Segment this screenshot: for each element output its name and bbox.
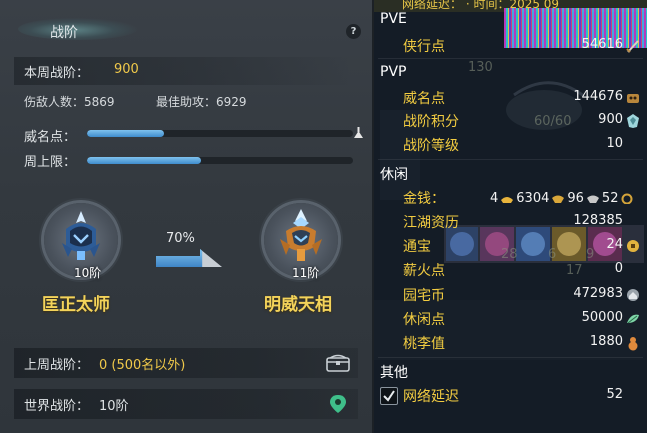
currency-label: 园宅币 <box>403 288 445 304</box>
currency-label: 休闲点 <box>403 312 445 328</box>
money-iron-value: 52 <box>601 191 619 206</box>
currency-row: 战阶等级 10 <box>374 133 647 155</box>
world-rank-row: 世界战阶： 10阶 <box>14 389 358 419</box>
crown-helmet-icon <box>280 209 322 261</box>
copper-ingot-icon <box>586 195 599 203</box>
best-assist: 最佳助攻：6929 <box>156 95 247 109</box>
currency-value: 144676 <box>573 89 623 104</box>
weekly-cap-label: 周上限： <box>24 155 77 170</box>
currency-label: 桃李值 <box>403 336 445 352</box>
cap-marker-icon <box>354 127 363 138</box>
location-pin-icon[interactable] <box>326 394 350 414</box>
currency-row: 通宝 24 <box>374 234 647 256</box>
currency-value: 900 <box>598 112 623 127</box>
help-icon[interactable]: ? <box>346 24 361 39</box>
currency-row: 江湖资历 128385 <box>374 210 647 232</box>
section-divider <box>378 58 643 59</box>
currency-row: 桃李值 1880 <box>374 331 647 353</box>
panel-title: 战阶 <box>50 25 78 41</box>
mask-icon <box>627 94 639 103</box>
money-values: 4 6304 96 52 <box>490 188 636 207</box>
currency-row: 园宅币 472983 <box>374 283 647 305</box>
currency-row: 网络延迟 52 <box>374 384 647 406</box>
helmet-icon <box>62 211 100 260</box>
currency-label: 网络延迟 <box>403 389 459 405</box>
weekly-rank-value: 900 <box>114 62 139 77</box>
currency-label: 通宝 <box>403 239 431 255</box>
defeated-count: 伤敌人数：5869 <box>24 95 115 109</box>
weekly-rank-row: 本周战阶： 900 <box>14 57 352 85</box>
currency-label: 战阶积分 <box>403 114 459 130</box>
pvp-section-title: PVP <box>380 64 407 80</box>
section-divider <box>378 159 643 160</box>
next-rank-level: 11阶 <box>292 266 320 280</box>
rank-panel: 战阶 ? 本周战阶： 900 伤敌人数：5869 最佳助攻：6929 威名点： … <box>0 0 374 433</box>
currency-label: 侠行点 <box>403 39 445 55</box>
currency-label: 战阶等级 <box>403 138 459 154</box>
background-number: 130 <box>468 60 493 75</box>
money-gold-value: 4 <box>490 191 499 206</box>
currency-value: 24 <box>606 237 623 252</box>
currency-value: 128385 <box>573 213 623 228</box>
currency-value: 472983 <box>573 286 623 301</box>
weekly-cap-bar-fill <box>87 157 202 164</box>
currency-value: 0 <box>614 261 623 276</box>
world-rank-label: 世界战阶： <box>24 399 90 414</box>
currency-row: 战阶积分 900 <box>374 109 647 131</box>
header-swoosh <box>18 18 138 40</box>
currency-row: 休闲点 50000 <box>374 307 647 329</box>
currency-row: 威名点 144676 <box>374 86 647 108</box>
currency-label: 威名点 <box>403 91 445 107</box>
money-row: 金钱： 4 6304 96 52 <box>374 186 647 208</box>
last-week-rank-row: 上周战阶： 0 (500名以外) <box>14 348 358 378</box>
gold-ingot-icon <box>501 197 514 203</box>
currency-value: 52 <box>606 387 623 402</box>
current-rank-name: 匡正太师 <box>42 295 110 315</box>
sword-icon <box>626 40 639 53</box>
crest-icon <box>627 114 639 128</box>
currency-row: 侠行点 54616 <box>374 34 647 56</box>
money-label: 金钱： <box>403 191 445 207</box>
currency-value: 50000 <box>581 310 623 325</box>
weekly-cap-bar <box>87 157 353 164</box>
last-week-rank-label: 上周战阶： <box>24 358 90 373</box>
rank-progress-fill <box>156 249 203 267</box>
chest-icon[interactable] <box>326 353 350 373</box>
currency-row: 薪火点 0 <box>374 258 647 280</box>
money-copper-value: 96 <box>567 191 584 206</box>
last-week-rank-value: 0 (500名以外) <box>99 358 186 373</box>
pve-section-title: PVE <box>380 11 407 27</box>
currency-value: 10 <box>606 136 623 151</box>
iron-coin-icon <box>621 193 633 204</box>
rank-progress-arrow <box>156 249 222 267</box>
prestige-bar-fill <box>87 130 165 137</box>
gourd-icon <box>628 337 638 351</box>
currency-panel: 网络延迟： · 时间：2025 09 PVE 侠行点 54616 PVP 130… <box>374 0 647 433</box>
house-coin-icon <box>627 289 639 301</box>
currency-label: 江湖资历 <box>403 215 459 231</box>
prestige-bar <box>87 130 353 137</box>
section-divider <box>378 357 643 358</box>
prestige-label: 威名点： <box>24 130 77 145</box>
money-silver-value: 6304 <box>516 191 550 206</box>
currency-value: 1880 <box>589 334 623 349</box>
currency-label: 薪火点 <box>403 263 445 279</box>
current-rank-level: 10阶 <box>74 266 102 280</box>
coin-icon <box>627 240 639 252</box>
other-section-title: 其他 <box>380 365 408 381</box>
rank-progress-percent: 70% <box>166 231 195 246</box>
currency-value: 54616 <box>581 37 623 52</box>
weekly-rank-label: 本周战阶： <box>24 66 90 81</box>
panel-header: 战阶 ? <box>0 14 372 50</box>
silver-ingot-icon <box>552 195 565 203</box>
next-rank-name: 明威天相 <box>264 295 332 315</box>
leaf-icon <box>627 314 639 324</box>
leisure-section-title: 休闲 <box>380 167 408 183</box>
world-rank-value: 10阶 <box>99 399 129 414</box>
